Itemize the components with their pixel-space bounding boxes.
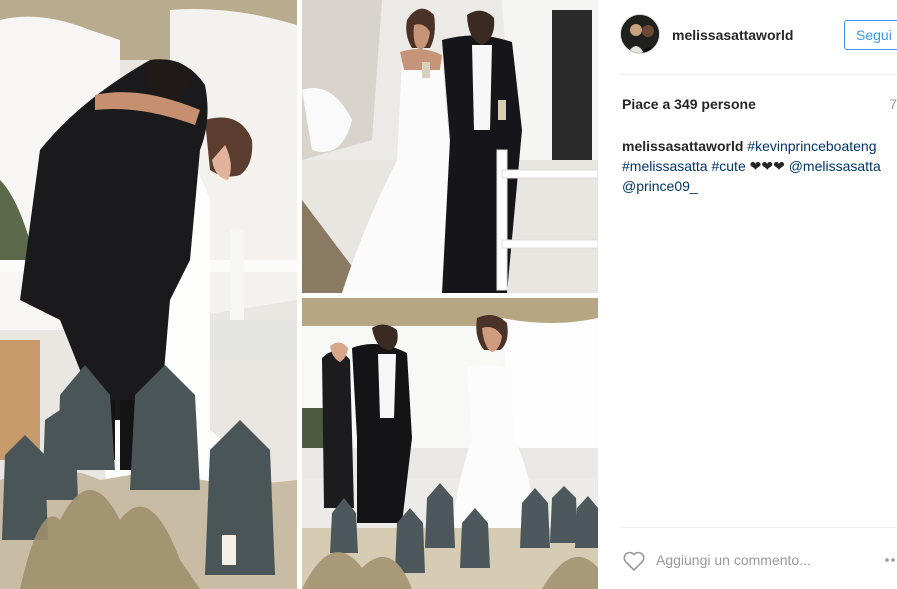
avatar-image [621,15,659,53]
username-link[interactable]: melissasattaworld [672,27,793,43]
divider [620,74,897,75]
likes-count[interactable]: Piace a 349 persone [622,96,756,112]
post-header: melissasattaworld Segui [620,14,897,58]
follow-button[interactable]: Segui [844,20,897,50]
more-options-icon[interactable] [884,555,897,565]
post-age[interactable]: 7 [889,96,897,112]
hearts-emoji: ❤❤❤ [749,158,785,174]
divider [620,527,897,528]
hashtag-link[interactable]: #kevinprinceboateng [747,138,876,154]
heart-icon[interactable] [622,550,646,572]
photo-kiss [0,0,297,589]
mention-link[interactable]: @prince09_ [622,178,698,194]
comment-input[interactable]: Aggiungi un commento... [656,552,811,568]
photo-walking-aisle [302,298,598,589]
hashtag-links[interactable]: #melissasatta #cute [622,158,746,174]
post-caption: melissasattaworld #kevinprinceboateng #m… [622,136,897,196]
post-sidebar: melissasattaworld Segui Piace a 349 pers… [598,0,897,589]
photo-couple-standing [302,0,598,293]
mention-link[interactable]: @melissasatta [789,158,881,174]
avatar[interactable] [620,14,660,54]
caption-author-link[interactable]: melissasattaworld [622,138,743,154]
post-photo-collage [0,0,598,589]
